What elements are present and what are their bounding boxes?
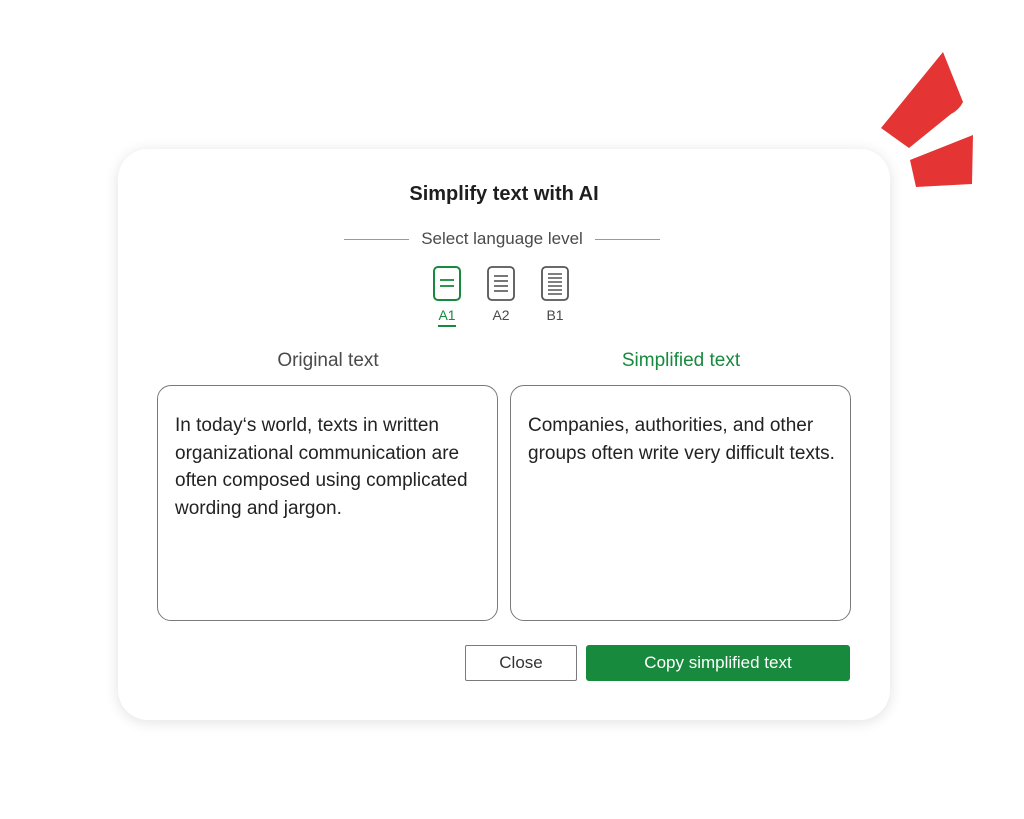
language-level-options: A1 A2 B1	[432, 266, 570, 327]
document-six-lines-icon	[541, 266, 569, 301]
level-option-a1[interactable]: A1	[432, 266, 462, 327]
original-text-label: Original text	[277, 350, 379, 371]
dialog-title: Simplify text with AI	[409, 183, 599, 205]
document-four-lines-icon	[487, 266, 515, 301]
simplified-text-box[interactable]: Companies, authorities, and other groups…	[510, 385, 851, 621]
language-level-label: Select language level	[421, 229, 583, 248]
simplified-text-label: Simplified text	[621, 350, 741, 371]
accent-burst-icon	[881, 52, 973, 187]
close-button[interactable]: Close	[465, 645, 577, 681]
original-text-box[interactable]: In today‘s world, texts in written organ…	[157, 385, 498, 621]
divider-left	[344, 238, 410, 240]
language-level-heading: Select language level	[344, 227, 660, 251]
level-option-label: A1	[438, 307, 456, 327]
level-option-b1[interactable]: B1	[540, 266, 570, 327]
document-two-lines-icon	[433, 266, 461, 301]
level-option-label: A2	[492, 307, 510, 323]
divider-right	[594, 238, 660, 240]
copy-simplified-text-button[interactable]: Copy simplified text	[586, 645, 850, 681]
page: Simplify text with AI Select language le…	[0, 0, 1024, 819]
level-option-label: B1	[546, 307, 564, 323]
level-option-a2[interactable]: A2	[486, 266, 516, 327]
